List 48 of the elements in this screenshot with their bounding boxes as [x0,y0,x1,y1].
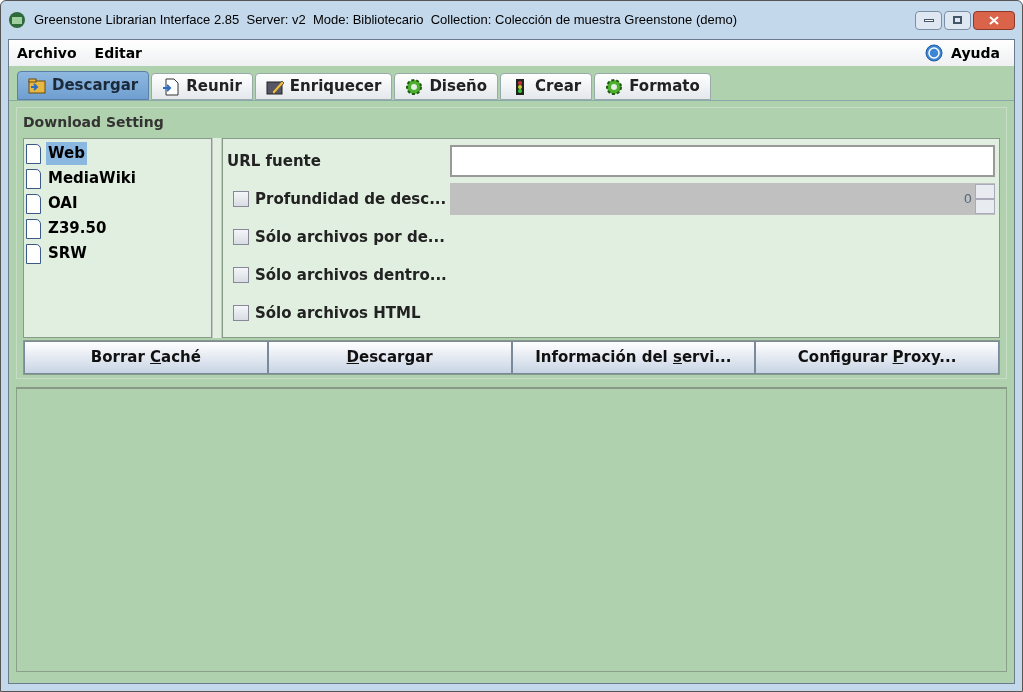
maximize-button[interactable] [944,10,971,30]
panel-title: Download Setting [23,113,165,132]
help-menu[interactable]: Ayuda [947,42,1004,64]
checkbox[interactable] [233,191,249,207]
tab[interactable]: Formato [594,73,711,100]
help-icon [925,44,944,62]
file-icon [26,218,41,239]
url-field[interactable] [450,145,995,177]
menu-item[interactable]: Editar [92,42,144,64]
source-item[interactable]: Z39.50 [46,217,109,240]
splitter-handle[interactable] [212,138,222,338]
checkbox[interactable] [233,229,249,245]
menu-item[interactable]: Archivo [15,42,79,64]
close-icon [989,15,999,25]
file-icon [26,143,41,164]
file-icon [26,243,41,264]
action-button[interactable]: Borrar Caché [24,341,268,374]
tab[interactable]: Enriquecer [254,73,393,100]
minimize-button[interactable] [915,10,942,30]
field-label: Profundidad de desc... [255,188,447,210]
action-button[interactable]: Configurar Proxy... [755,341,999,374]
field-label: Sólo archivos por de... [255,226,445,248]
source-item[interactable]: Web [46,142,87,165]
field-label: URL fuente [227,150,321,172]
file-icon [26,193,41,214]
field-label: Sólo archivos HTML [255,302,421,324]
source-item[interactable]: MediaWiki [46,167,138,190]
checkbox[interactable] [233,305,249,321]
file-icon [26,168,41,189]
minimize-icon [923,18,934,22]
tab[interactable]: Descargar [17,71,150,100]
checkbox[interactable] [233,267,249,283]
gear-icon [405,77,424,96]
app-icon [8,11,26,29]
source-item[interactable]: SRW [46,242,89,265]
window-title: Greenstone Librarian Interface 2.85 Server: v2 Mode: Bibliotecario Collection: Colección de muestra Greenstone (demo) [34,11,738,30]
tab[interactable]: Reunir [151,73,253,100]
gear-icon [605,77,624,96]
document-icon [162,77,181,96]
action-button[interactable]: Descargar [267,341,512,374]
folder-icon [28,76,46,95]
field-label: Sólo archivos dentro... [255,264,447,286]
tab[interactable]: Crear [500,73,593,100]
action-button[interactable]: Información del servi... [511,341,756,374]
tab[interactable]: Diseño [394,73,499,100]
close-button[interactable] [973,10,1015,30]
source-item[interactable]: OAI [46,192,80,215]
maximize-icon [953,16,962,24]
